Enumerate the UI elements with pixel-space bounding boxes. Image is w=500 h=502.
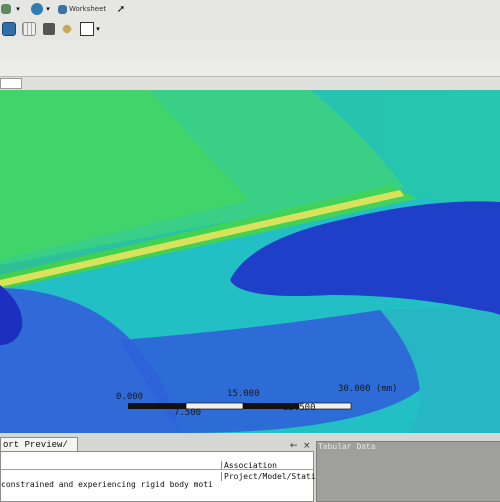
association-value[interactable]: Project/Model/Static [221,472,316,481]
toolbar-row-4 [0,60,500,77]
scale-tick-7-5: 7.500 [174,408,202,418]
dropdown-icon[interactable]: ▾ [94,22,102,36]
toolbar-row-3 [0,40,500,61]
scale-tick-22-5: 22.500 [283,403,316,413]
scale-tick-15: 15.000 [227,389,260,399]
pin-icon[interactable]: ← [290,441,298,451]
worksheet-button[interactable]: Worksheet [58,2,118,16]
dropdown-icon[interactable]: ▾ [44,2,52,16]
tag-icon[interactable] [60,22,74,36]
tab-tabular-data[interactable]: Tabular Data [318,443,376,452]
toolbar-row-1: ▾ ▾ Worksheet ➚ [0,0,500,19]
tab-report-preview[interactable]: ort Preview/ [0,437,78,452]
message-text[interactable]: constrained and experiencing rigid body … [1,480,219,489]
graphics-viewport[interactable]: 0.000 15.000 30.000 (mm) 7.500 22.500 [0,90,500,433]
globe-icon[interactable] [30,2,44,16]
worksheet-label: Worksheet [69,5,107,13]
rectangle-select-icon[interactable] [80,22,94,36]
save-icon[interactable] [2,22,16,36]
window-icon[interactable] [0,2,12,16]
grid-icon[interactable] [22,22,36,36]
camera-icon[interactable] [42,22,56,36]
cursor-icon[interactable]: ➚ [116,2,126,16]
toolbar-row-2: ▾ [0,18,500,41]
scale-bar [128,402,352,410]
messages-pane: Association constrained and experiencing… [0,451,316,502]
dropdown-icon[interactable]: ▾ [14,2,22,16]
scale-tick-30: 30.000 (mm) [338,384,398,394]
view-selector-input[interactable] [0,78,22,89]
divider [1,469,313,470]
worksheet-icon [58,4,67,14]
contour-plot [0,90,500,433]
close-icon[interactable]: × [303,441,311,451]
scale-tick-0: 0.000 [116,392,144,402]
